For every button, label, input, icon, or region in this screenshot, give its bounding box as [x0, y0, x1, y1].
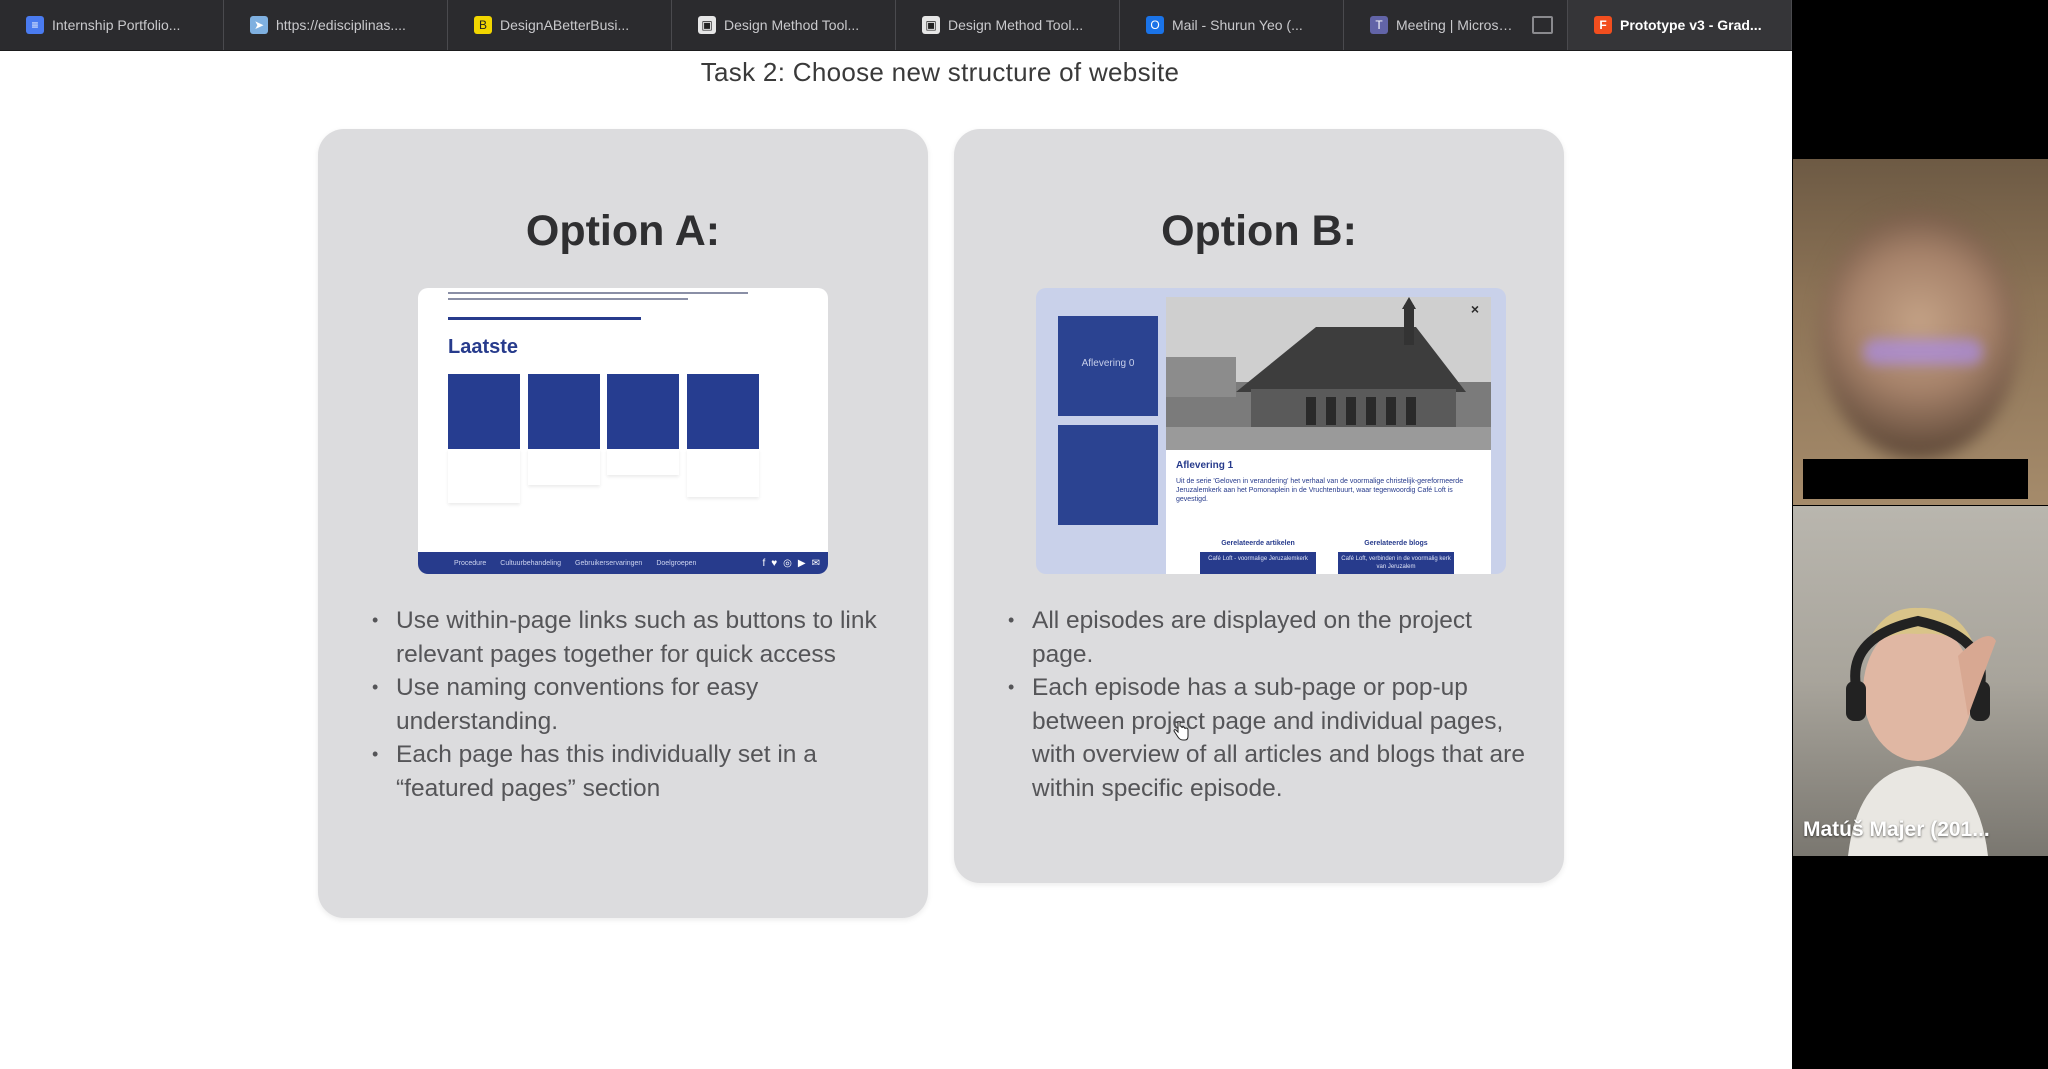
thumb-related-blogs: Gerelateerde blogs [1364, 540, 1428, 547]
thumb-tile-card [687, 449, 759, 497]
docs-icon: ≡ [26, 16, 44, 34]
thumb-divider [448, 317, 641, 320]
figma-icon: F [1594, 16, 1612, 34]
browser-tab-label: Internship Portfolio... [52, 17, 181, 33]
facebook-icon: f [762, 557, 766, 569]
thumb-episode-tile: Aflevering 0 [1058, 316, 1158, 416]
browser-tab-label: Prototype v3 - Grad... [1620, 17, 1762, 33]
thumb-popup-desc: Uit de serie 'Geloven in verandering' he… [1176, 478, 1464, 503]
blurred-face [1819, 209, 2019, 459]
browser-tab[interactable]: B DesignABetterBusi... [448, 0, 672, 50]
browser-tab[interactable]: O Mail - Shurun Yeo (... [1120, 0, 1344, 50]
thumb-footer-link: Gebruikerservaringen [575, 559, 643, 567]
browser-tab[interactable]: ▣ Design Method Tool... [896, 0, 1120, 50]
browser-tab-label: https://edisciplinas.... [276, 17, 406, 33]
thumb-tile [528, 374, 600, 449]
option-b-heading: Option B: [1161, 207, 1357, 255]
bullet-item: All episodes are displayed on the projec… [1008, 604, 1538, 671]
browser-tab-label: Design Method Tool... [724, 17, 860, 33]
thumb-footer: Procedure Cultuurbehandeling Gebruikerse… [418, 552, 828, 574]
thumb-tile [448, 374, 520, 449]
browser-tab-label: Mail - Shurun Yeo (... [1172, 17, 1303, 33]
thumb-tile-card [448, 449, 520, 503]
thumb-heading: Laatste [448, 336, 519, 358]
participant-name: Matúš Majer (201... [1803, 818, 1990, 841]
bullet-item: Use within-page links such as buttons to… [372, 604, 892, 671]
bullet-item: Each episode has a sub-page or pop-up be… [1008, 671, 1538, 805]
youtube-icon: ▶ [797, 557, 806, 569]
option-a-bullets: Use within-page links such as buttons to… [372, 604, 892, 805]
participant-video-1[interactable] [1793, 159, 2048, 505]
option-b-screenshot: Aflevering 0 × Aflevering 1 Uit de serie… [1036, 288, 1506, 574]
twitter-icon: ♥ [771, 557, 778, 569]
miro-icon: B [474, 16, 492, 34]
redacted-name-bar [1803, 459, 2028, 499]
window-icon[interactable] [1532, 16, 1553, 34]
thumb-text-lines [448, 288, 748, 302]
participant-silhouette [1846, 607, 1996, 856]
browser-tab-label: Meeting | Microsoft... [1396, 17, 1519, 33]
participant-video-2[interactable]: Matúš Majer (201... [1793, 506, 2048, 856]
page-icon: ▣ [922, 16, 940, 34]
thumb-episode-label: Aflevering 0 [1081, 358, 1135, 369]
page-icon: ▣ [698, 16, 716, 34]
shared-slide: Task 2: Choose new structure of website … [0, 51, 1792, 1069]
thumb-popup-title: Aflevering 1 [1176, 460, 1234, 471]
bullet-item: Use naming conventions for easy understa… [372, 671, 892, 738]
teams-icon: T [1370, 16, 1388, 34]
thumb-popup: × Aflevering 1 Uit de serie 'Geloven in … [1166, 297, 1491, 574]
outlook-icon: O [1146, 16, 1164, 34]
thumb-footer-link: Doelgroepen [656, 559, 697, 567]
browser-tab[interactable]: ➤ https://edisciplinas.... [224, 0, 448, 50]
mail-icon: ✉ [811, 557, 820, 569]
browser-tab-bar: ≡ Internship Portfolio... ➤ https://ediscip… [0, 0, 1792, 51]
instagram-icon: ◎ [783, 557, 792, 569]
thumb-blog-button: Café Loft, verbinden in de voormalig ker… [1338, 552, 1454, 574]
browser-tab[interactable]: ▣ Design Method Tool... [672, 0, 896, 50]
browser-tab[interactable]: ≡ Internship Portfolio... [0, 0, 224, 50]
browser-tab-label: DesignABetterBusi... [500, 17, 630, 33]
option-a-heading: Option A: [525, 207, 721, 255]
option-b-bullets: All episodes are displayed on the projec… [1008, 604, 1538, 805]
thumb-episode-tile [1058, 425, 1158, 525]
thumb-related-articles: Gerelateerde artikelen [1221, 540, 1295, 547]
thumb-article-button: Café Loft - voormalige Jeruzalemkerk [1200, 552, 1316, 574]
link-icon: ➤ [250, 16, 268, 34]
option-a-card: Option A: Laatste Procedure Cultuurbehan… [318, 129, 928, 918]
church-photo: × [1166, 297, 1491, 450]
option-b-card: Option B: Aflevering 0 × Aflevering 1 Ui… [954, 129, 1564, 883]
thumb-footer-link: Cultuurbehandeling [500, 559, 562, 567]
bullet-item: Each page has this individually set in a… [372, 738, 892, 805]
browser-tab[interactable]: T Meeting | Microsoft... [1344, 0, 1568, 50]
blurred-glasses [1863, 339, 1983, 365]
option-a-screenshot: Laatste Procedure Cultuurbehandeling Geb… [418, 288, 828, 574]
thumb-tile-card [607, 449, 679, 475]
thumb-footer-link: Procedure [454, 559, 487, 567]
browser-tab[interactable]: F Prototype v3 - Grad... [1568, 0, 1792, 50]
social-icons: f ♥ ◎ ▶ ✉ [762, 558, 828, 569]
browser-tab-label: Design Method Tool... [948, 17, 1084, 33]
hand-cursor-icon [1173, 721, 1189, 741]
close-icon: × [1470, 301, 1479, 317]
slide-title: Task 2: Choose new structure of website [700, 57, 1180, 87]
thumb-tile [607, 374, 679, 449]
thumb-tile [687, 374, 759, 449]
thumb-tile-card [528, 449, 600, 485]
